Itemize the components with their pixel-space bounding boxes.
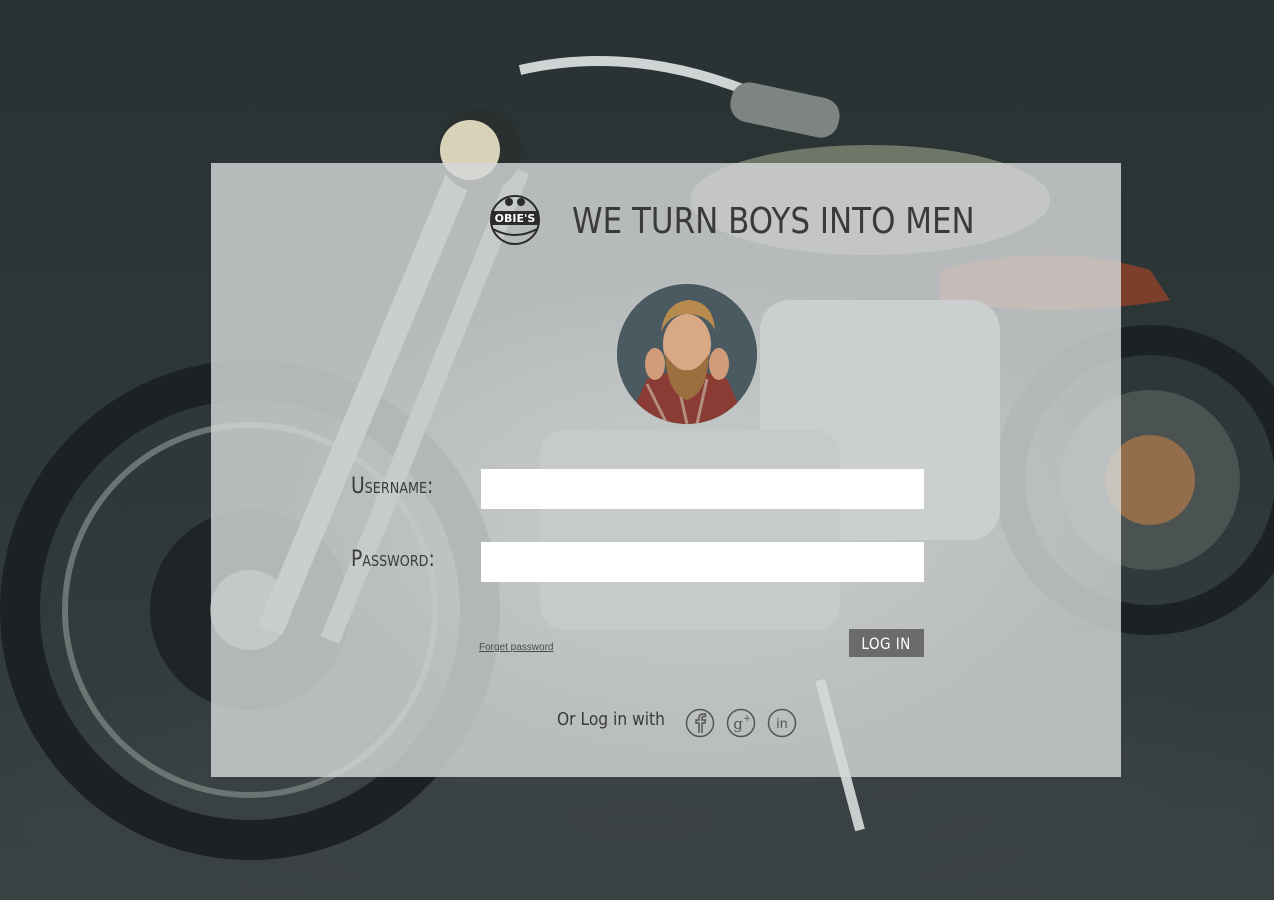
panel-header: OBIE'S WE TURN BOYS INTO MEN <box>211 163 1121 283</box>
username-label: Username: <box>351 474 434 499</box>
google-plus-icon[interactable]: g + <box>726 708 756 738</box>
brand-logo: OBIE'S <box>485 193 545 247</box>
avatar <box>617 284 757 424</box>
login-button[interactable]: LOG IN <box>849 629 924 657</box>
svg-text:g: g <box>733 715 743 733</box>
username-row: Username: <box>211 468 1121 512</box>
forgot-password-link[interactable]: Forget password <box>479 642 553 653</box>
login-panel: OBIE'S WE TURN BOYS INTO MEN Username: P… <box>211 163 1121 777</box>
facebook-icon[interactable] <box>685 708 715 738</box>
username-input[interactable] <box>481 469 924 509</box>
login-button-label: LOG IN <box>861 633 912 653</box>
svg-text:in: in <box>776 717 788 732</box>
logo-text: OBIE'S <box>495 212 536 225</box>
password-label: Password: <box>351 547 435 572</box>
password-row: Password: <box>211 541 1121 585</box>
password-input[interactable] <box>481 542 924 582</box>
linkedin-icon[interactable]: in <box>767 708 797 738</box>
svg-text:+: + <box>743 714 751 724</box>
page-title: WE TURN BOYS INTO MEN <box>572 201 975 242</box>
social-login-prompt: Or Log in with <box>557 709 665 730</box>
